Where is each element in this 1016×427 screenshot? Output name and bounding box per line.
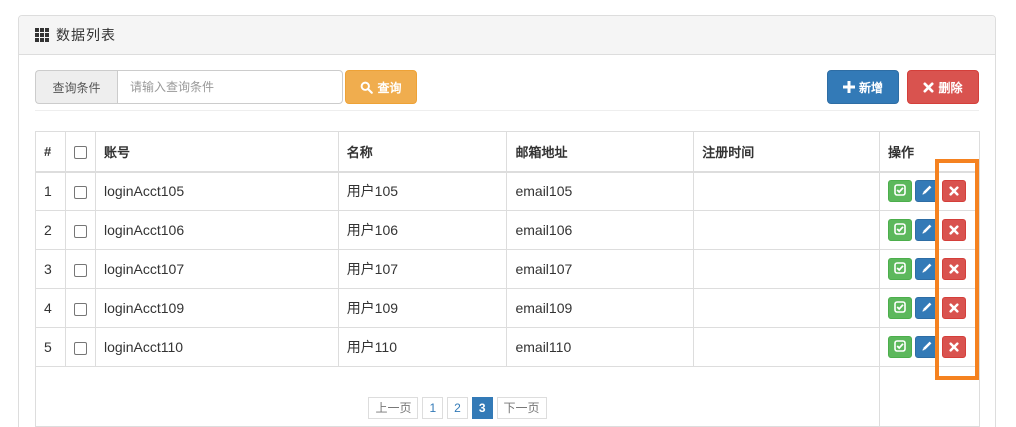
row-account: loginAcct106 — [94, 210, 339, 250]
row-checkbox[interactable] — [73, 186, 87, 200]
prev-page-link[interactable]: 上一页 — [368, 396, 419, 419]
row-checkbox[interactable] — [73, 341, 87, 355]
row-register-time — [693, 288, 880, 328]
search-input-group: 查询条件 — [35, 70, 343, 104]
toolbar-divider — [35, 110, 979, 111]
search-icon — [361, 81, 374, 94]
row-register-time — [693, 171, 880, 211]
row-number: 2 — [35, 210, 66, 250]
pencil-icon — [921, 300, 933, 316]
page-link-3[interactable]: 3 — [471, 396, 493, 419]
pencil-icon — [921, 183, 933, 199]
row-email: email106 — [506, 210, 695, 250]
check-square-icon — [894, 183, 906, 199]
row-checkbox[interactable] — [73, 224, 87, 238]
delete-button[interactable]: 删除 — [907, 70, 979, 104]
remove-icon — [923, 81, 935, 93]
assign-button[interactable] — [887, 297, 912, 319]
assign-button[interactable] — [887, 180, 912, 203]
row-account: loginAcct107 — [94, 249, 339, 289]
pagination-cell: 上一页 1 2 3 下一页 — [35, 366, 880, 427]
add-button[interactable]: 新增 — [827, 70, 899, 104]
row-number: 1 — [35, 171, 66, 211]
col-header-email: 邮箱地址 — [506, 131, 695, 173]
delete-button-label: 删除 — [938, 80, 963, 95]
row-number: 3 — [35, 249, 66, 289]
row-register-time — [693, 249, 880, 289]
row-checkbox-cell — [64, 249, 96, 289]
pagination: 上一页 1 2 3 下一页 — [368, 396, 547, 419]
table-row: 1 loginAcct105 用户105 email105 — [35, 171, 981, 211]
row-name: 用户110 — [337, 327, 508, 367]
table-header-row: # 账号 名称 邮箱地址 注册时间 操作 — [35, 131, 981, 173]
row-account: loginAcct105 — [94, 171, 339, 211]
check-square-icon — [894, 261, 906, 277]
assign-button[interactable] — [887, 258, 912, 280]
row-checkbox-cell — [64, 210, 96, 250]
row-register-time — [693, 327, 880, 367]
col-header-name: 名称 — [337, 131, 508, 173]
col-header-time: 注册时间 — [693, 131, 880, 173]
table-row: 3 loginAcct107 用户107 email107 — [35, 249, 981, 289]
row-name: 用户107 — [337, 249, 508, 289]
row-name: 用户106 — [337, 210, 508, 250]
table-row: 5 loginAcct110 用户110 email110 — [35, 327, 981, 367]
panel-heading: 数据列表 — [19, 16, 995, 55]
col-header-account: 账号 — [94, 131, 339, 173]
row-email: email107 — [506, 249, 695, 289]
pencil-icon — [921, 222, 933, 238]
row-email: email109 — [506, 288, 695, 328]
panel-title: 数据列表 — [56, 27, 116, 43]
next-page-link[interactable]: 下一页 — [496, 396, 547, 419]
search-button[interactable]: 查询 — [345, 70, 417, 104]
row-account: loginAcct110 — [94, 327, 339, 367]
row-checkbox-cell — [64, 171, 96, 211]
row-name: 用户109 — [337, 288, 508, 328]
table-row: 2 loginAcct106 用户106 email106 — [35, 210, 981, 250]
row-register-time — [693, 210, 880, 250]
check-square-icon — [894, 222, 906, 238]
col-header-num: # — [35, 131, 66, 173]
select-all-checkbox[interactable] — [73, 145, 87, 159]
row-number: 5 — [35, 327, 66, 367]
pagination-row: 上一页 1 2 3 下一页 — [35, 366, 981, 427]
row-account: loginAcct109 — [94, 288, 339, 328]
plus-icon — [842, 81, 855, 93]
search-input[interactable] — [117, 70, 343, 104]
assign-button[interactable] — [887, 219, 912, 241]
pencil-icon — [921, 339, 933, 355]
row-checkbox[interactable] — [73, 263, 87, 277]
add-button-label: 新增 — [858, 80, 883, 95]
search-addon-label: 查询条件 — [35, 70, 117, 104]
pencil-icon — [921, 261, 933, 277]
delete-column-highlight — [935, 159, 979, 380]
data-list-panel: 数据列表 查询条件 查询 新增 删除 # 账号 名称 邮箱地址 — [18, 15, 996, 427]
page-link-1[interactable]: 1 — [422, 396, 444, 419]
assign-button[interactable] — [887, 336, 912, 358]
row-number: 4 — [35, 288, 66, 328]
row-email: email105 — [506, 171, 695, 211]
search-button-label: 查询 — [377, 80, 402, 95]
page-link-2[interactable]: 2 — [447, 396, 468, 419]
row-checkbox[interactable] — [73, 302, 87, 316]
col-header-checkbox — [64, 131, 96, 173]
table-row: 4 loginAcct109 用户109 email109 — [35, 288, 981, 328]
row-checkbox-cell — [64, 327, 96, 367]
row-checkbox-cell — [64, 288, 96, 328]
toolbar: 查询条件 查询 新增 删除 — [35, 70, 979, 110]
user-table: # 账号 名称 邮箱地址 注册时间 操作 1 loginAcct105 用户105 e… — [35, 131, 981, 427]
row-email: email110 — [506, 327, 695, 367]
th-icon — [35, 28, 49, 42]
row-name: 用户105 — [337, 171, 508, 211]
check-square-icon — [894, 300, 906, 316]
check-square-icon — [894, 339, 906, 355]
